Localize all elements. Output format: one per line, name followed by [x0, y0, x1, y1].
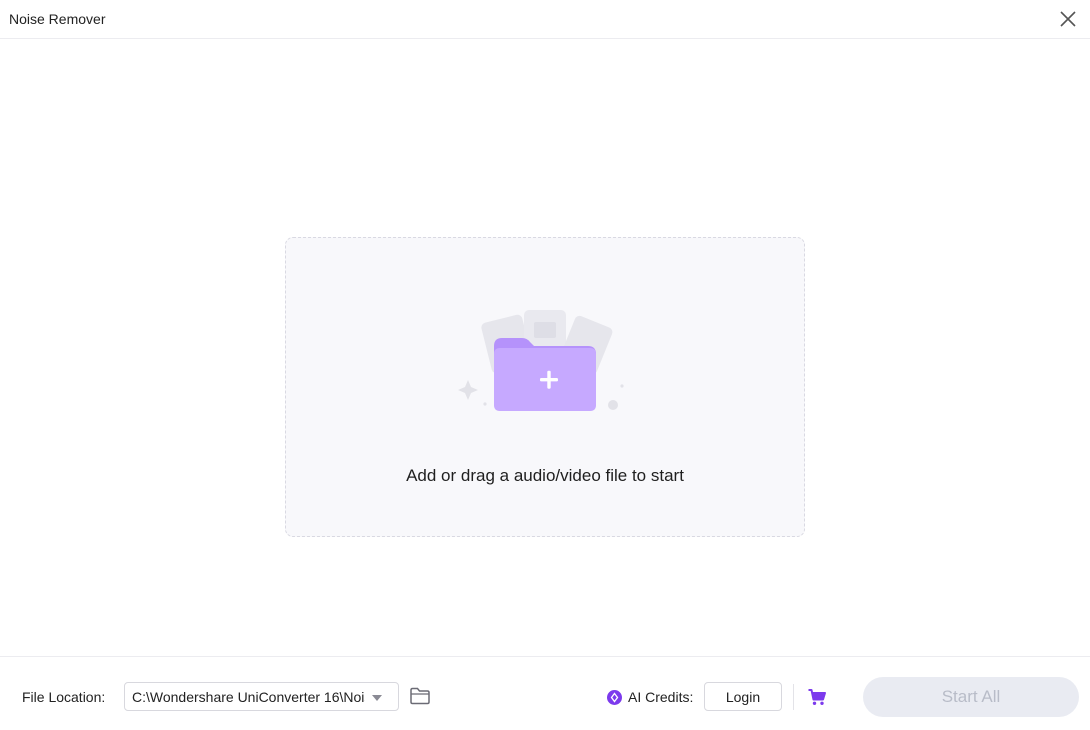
ai-credits-label: AI Credits: [628, 689, 694, 705]
window-title: Noise Remover [9, 11, 106, 27]
cart-button[interactable] [807, 687, 827, 707]
footer-divider [793, 684, 794, 710]
chevron-down-icon [372, 695, 382, 701]
cart-icon [808, 689, 826, 705]
ai-credits-icon [607, 690, 622, 705]
login-button[interactable]: Login [704, 682, 782, 711]
footer-bar: File Location: C:\Wondershare UniConvert… [0, 656, 1090, 730]
file-location-label: File Location: [22, 689, 106, 705]
close-icon [1060, 11, 1076, 27]
title-bar: Noise Remover [0, 0, 1090, 39]
folder-icon [410, 687, 430, 705]
drop-prompt: Add or drag a audio/video file to start [406, 466, 684, 485]
file-drop-zone[interactable]: Add or drag a audio/video file to start [285, 237, 805, 537]
start-all-button[interactable]: Start All [863, 677, 1079, 717]
close-button[interactable] [1058, 9, 1078, 29]
file-location-value: C:\Wondershare UniConverter 16\Noise Rem… [132, 689, 365, 705]
folder-plus-icon [458, 310, 624, 411]
file-location-select[interactable]: C:\Wondershare UniConverter 16\Noise Rem… [124, 682, 399, 711]
browse-folder-button[interactable] [409, 686, 431, 706]
